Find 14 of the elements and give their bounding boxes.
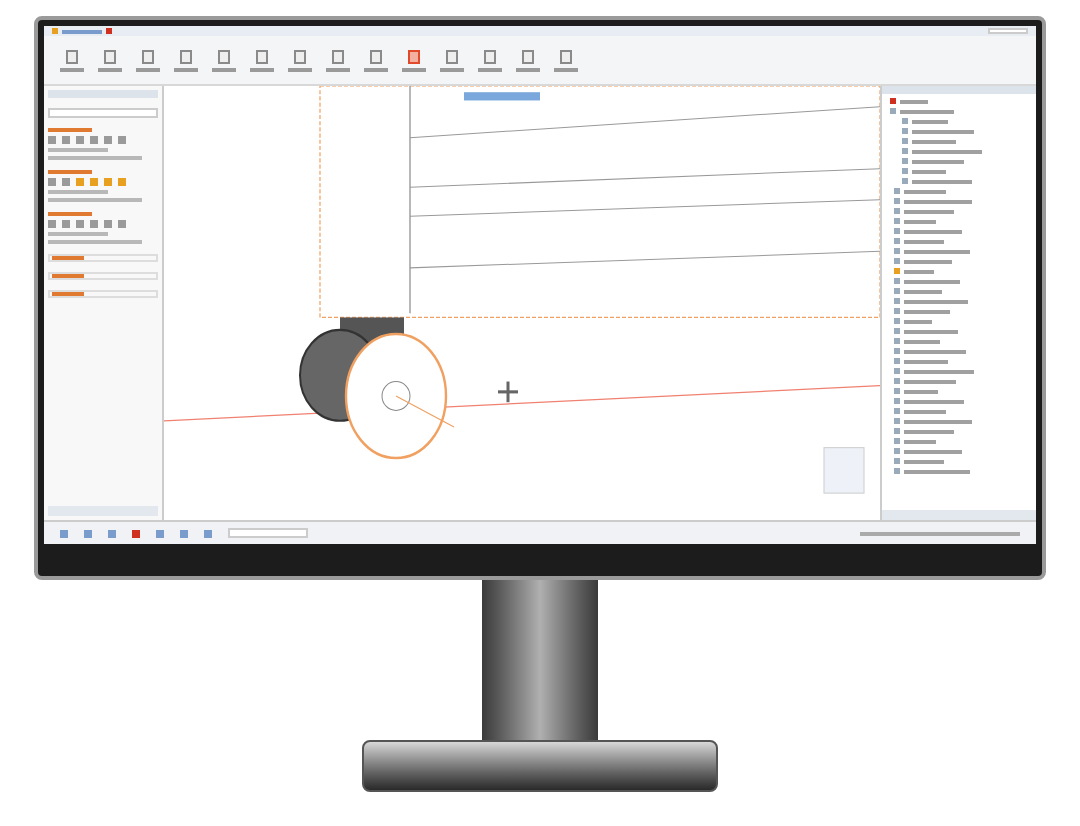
ribbon-tool-icon[interactable]	[212, 49, 236, 71]
ribbon-tool-icon[interactable]	[402, 49, 426, 71]
ribbon-tool-icon[interactable]	[364, 49, 388, 71]
ribbon-tool-icon[interactable]	[174, 49, 198, 71]
ribbon-tool-icon[interactable]	[98, 49, 122, 71]
ribbon-tool-icon[interactable]	[136, 49, 160, 71]
ribbon-tool-icon[interactable]	[288, 49, 312, 71]
ribbon-tool-icon[interactable]	[440, 49, 464, 71]
ribbon-tool-icon[interactable]	[60, 49, 84, 71]
ribbon-tool-icon[interactable]	[250, 49, 274, 71]
ribbon-tool-icon[interactable]	[554, 49, 578, 71]
ribbon-tool-icon[interactable]	[516, 49, 540, 71]
ribbon-tool-icon[interactable]	[478, 49, 502, 71]
ribbon-tool-icon[interactable]	[326, 49, 350, 71]
